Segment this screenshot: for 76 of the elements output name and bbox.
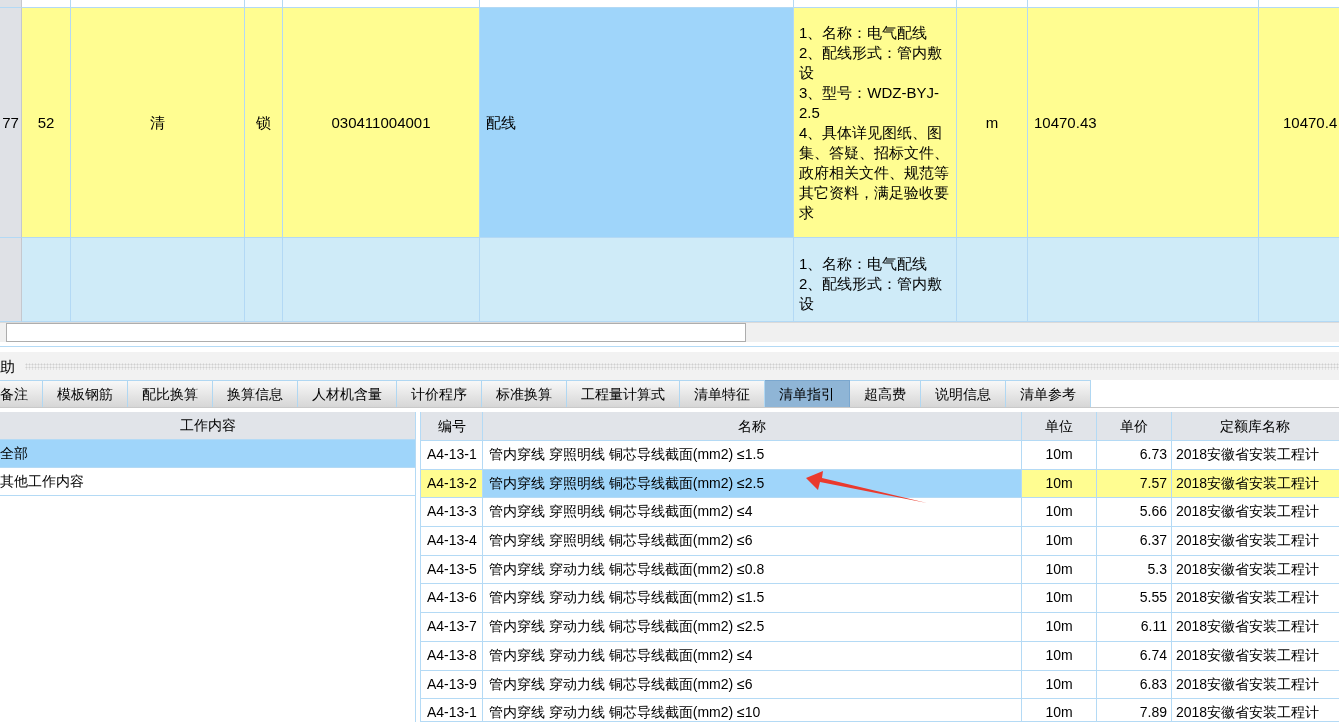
table-cell: 管内穿线 穿动力线 铜芯导线截面(mm2) ≤10 [483, 699, 1022, 722]
table-cell: A4-13-6 [420, 584, 483, 614]
tab[interactable]: 标准换算 [482, 380, 567, 407]
tab[interactable]: 计价程序 [397, 380, 482, 407]
table-cell: 7.57 [1097, 469, 1172, 499]
table-cell: 管内穿线 穿动力线 铜芯导线截面(mm2) ≤0.8 [483, 555, 1022, 585]
tab[interactable]: 清单指引 [765, 380, 850, 407]
row-number: 77 [0, 8, 22, 238]
table-cell: A4-13-9 [420, 670, 483, 700]
table-cell: 清 [71, 8, 245, 238]
table-cell: 5.3 [1097, 555, 1172, 585]
tab[interactable]: 工程量计算式 [567, 380, 680, 407]
table-cell: 6.83 [1097, 670, 1172, 700]
column-header[interactable]: 单位 [1022, 412, 1097, 441]
tab[interactable]: 模板钢筋 [43, 380, 128, 407]
table-cell: A4-13-4 [420, 527, 483, 556]
tab[interactable]: 清单参考 [1006, 380, 1091, 407]
table-cell: 10m [1022, 699, 1097, 722]
table-cell: 10m [1022, 527, 1097, 556]
table-cell: A4-13-3 [420, 498, 483, 528]
table-cell: m [957, 8, 1028, 238]
table-cell: 管内穿线 穿照明线 铜芯导线截面(mm2) ≤6 [483, 527, 1022, 556]
table-cell: 管内穿线 穿动力线 铜芯导线截面(mm2) ≤6 [483, 670, 1022, 700]
table-cell: 10m [1022, 670, 1097, 700]
table-cell: 10m [1022, 498, 1097, 528]
tab[interactable]: 说明信息 [921, 380, 1006, 407]
table-cell: 2018安徽省安装工程计 [1172, 469, 1339, 499]
table-cell: A4-13-2 [420, 469, 483, 499]
tab[interactable]: 清单特征 [680, 380, 765, 407]
table-cell: 管内穿线 穿照明线 铜芯导线截面(mm2) ≤2.5 [483, 469, 1022, 499]
table-cell: 10m [1022, 584, 1097, 614]
table-cell: 10m [1022, 613, 1097, 642]
table-cell: 10470.43 [1028, 8, 1259, 238]
table-cell: 10m [1022, 441, 1097, 470]
table-cell: 管内穿线 穿动力线 铜芯导线截面(mm2) ≤4 [483, 641, 1022, 671]
table-cell: A4-13-5 [420, 555, 483, 585]
table-cell: 1、名称：电气配线 2、配线形式：管内敷设 [794, 238, 957, 322]
scrollbar-thumb[interactable] [6, 323, 746, 342]
table-cell: A4-13-1 [420, 699, 483, 722]
table-cell: 6.11 [1097, 613, 1172, 642]
tab[interactable]: 换算信息 [213, 380, 298, 407]
table-cell: 10470.4 [1259, 8, 1339, 238]
table-cell: 10m [1022, 469, 1097, 499]
table-cell: 管内穿线 穿动力线 铜芯导线截面(mm2) ≤2.5 [483, 613, 1022, 642]
table-cell: 配线 [480, 8, 794, 238]
table-cell: 6.74 [1097, 641, 1172, 671]
table-cell: 5.66 [1097, 498, 1172, 528]
table-cell: A4-13-7 [420, 613, 483, 642]
list-item[interactable]: 全部 [0, 440, 415, 468]
table-cell: 10m [1022, 641, 1097, 671]
column-header[interactable]: 名称 [483, 412, 1022, 441]
tab[interactable]: 人材机含量 [298, 380, 397, 407]
table-cell: A4-13-1 [420, 441, 483, 470]
grip-handle[interactable] [25, 362, 1339, 370]
table-cell: A4-13-8 [420, 641, 483, 671]
table-cell: 管内穿线 穿动力线 铜芯导线截面(mm2) ≤1.5 [483, 584, 1022, 614]
table-cell: 7.89 [1097, 699, 1172, 722]
column-header[interactable]: 工作内容 [0, 412, 415, 440]
column-header[interactable]: 定额库名称 [1172, 412, 1339, 441]
tab[interactable]: 备注 [0, 380, 43, 407]
table-cell: 030411004001 [283, 8, 480, 238]
table-cell: 6.37 [1097, 527, 1172, 556]
table-cell: 锁 [245, 8, 283, 238]
table-cell: 10m [1022, 555, 1097, 585]
column-header[interactable]: 单价 [1097, 412, 1172, 441]
table-cell: 52 [22, 8, 71, 238]
table-cell: 管内穿线 穿照明线 铜芯导线截面(mm2) ≤4 [483, 498, 1022, 528]
table-cell: 1、名称：电气配线 2、配线形式：管内敷设 3、型号：WDZ-BYJ-2.5 4、具体详见图纸、图集、答疑、招标文件、政府相关文件、规范等其它资料，满足验收要求 [794, 8, 957, 238]
tab[interactable]: 超高费 [850, 380, 921, 407]
table-cell: 管内穿线 穿照明线 铜芯导线截面(mm2) ≤1.5 [483, 441, 1022, 470]
table-cell: 5.55 [1097, 584, 1172, 614]
column-header[interactable]: 编号 [420, 412, 483, 441]
row-header [0, 0, 22, 8]
table-cell: 6.73 [1097, 441, 1172, 470]
panel-title: 助 [0, 356, 15, 376]
tab[interactable]: 配比换算 [128, 380, 213, 407]
